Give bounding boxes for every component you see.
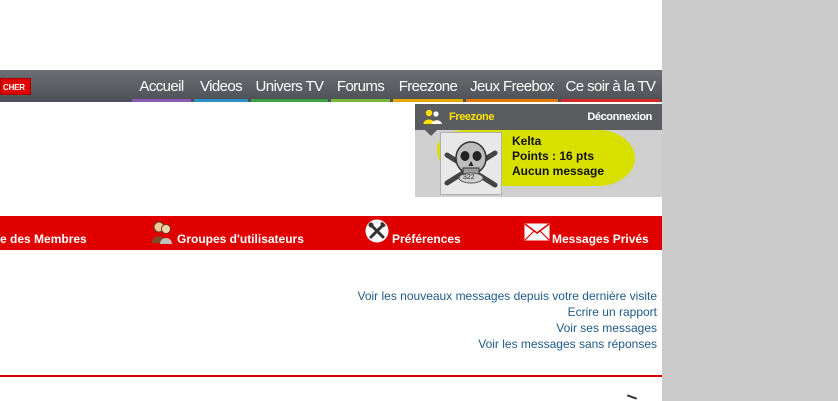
nav-item-forums[interactable]: Forums bbox=[331, 70, 390, 102]
avatar-badge: 322 bbox=[463, 174, 475, 181]
skull-icon bbox=[441, 133, 501, 194]
users-icon bbox=[152, 221, 172, 244]
nav-item-label: Forums bbox=[336, 78, 385, 95]
user-groups-link[interactable]: Groupes d'utilisateurs bbox=[177, 216, 304, 250]
member-list-label: e des Membres bbox=[0, 232, 87, 246]
private-messages-link[interactable]: Messages Privés bbox=[552, 216, 649, 250]
new-messages-link[interactable]: Voir les nouveaux messages depuis votre … bbox=[358, 288, 658, 304]
envelope-icon bbox=[524, 223, 550, 241]
freezone-title: Freezone bbox=[449, 111, 495, 123]
nav-item-label: Freezone bbox=[398, 78, 458, 95]
nav-underline bbox=[466, 99, 558, 102]
logout-link[interactable]: Déconnexion bbox=[587, 104, 652, 130]
member-list-link[interactable]: e des Membres bbox=[0, 216, 87, 250]
nav-item-ce-soir[interactable]: Ce soir à la TV bbox=[561, 70, 660, 102]
nav-underline bbox=[132, 99, 191, 102]
write-report-link[interactable]: Ecrire un rapport bbox=[358, 304, 657, 320]
nav-item-univers-tv[interactable]: Univers TV bbox=[251, 70, 328, 102]
search-button[interactable]: CHER bbox=[0, 78, 31, 95]
nav-item-freezone[interactable]: Freezone bbox=[393, 70, 463, 102]
member-bar: e des Membres Groupes d'utilisateurs Pré… bbox=[0, 216, 662, 250]
quick-links: Voir les nouveaux messages depuis votre … bbox=[358, 288, 658, 352]
nav-item-accueil[interactable]: Accueil bbox=[132, 70, 191, 102]
preferences-link[interactable]: Préférences bbox=[392, 216, 461, 250]
freezone-panel: Freezone Déconnexion 322 Kelta Points : … bbox=[415, 104, 662, 197]
nav-underline bbox=[561, 99, 660, 102]
divider bbox=[0, 375, 662, 377]
nav-item-label: Univers TV bbox=[255, 78, 325, 95]
corner-mark bbox=[626, 394, 638, 400]
tools-icon bbox=[365, 219, 389, 243]
page: CHER Accueil Videos Univers TV Forums Fr… bbox=[0, 0, 838, 401]
nav-underline bbox=[331, 99, 390, 102]
username[interactable]: Kelta bbox=[512, 134, 541, 148]
user-messages[interactable]: Aucun message bbox=[512, 164, 604, 178]
user-points: Points : 16 pts bbox=[512, 149, 595, 163]
own-messages-link[interactable]: Voir ses messages bbox=[358, 320, 657, 336]
private-messages-label: Messages Privés bbox=[552, 232, 649, 246]
main-navbar: CHER Accueil Videos Univers TV Forums Fr… bbox=[0, 70, 662, 102]
nav-underline bbox=[393, 99, 463, 102]
header-pointer bbox=[425, 130, 437, 136]
avatar[interactable]: 322 bbox=[440, 132, 502, 195]
users-icon bbox=[423, 109, 442, 124]
nav-item-label: Accueil bbox=[139, 78, 184, 95]
unanswered-messages-link[interactable]: Voir les messages sans réponses bbox=[358, 336, 657, 352]
nav-item-jeux-freebox[interactable]: Jeux Freebox bbox=[466, 70, 558, 102]
nav-item-label: Jeux Freebox bbox=[470, 78, 554, 95]
preferences-label: Préférences bbox=[392, 232, 461, 246]
right-gutter bbox=[662, 0, 838, 401]
nav-item-videos[interactable]: Videos bbox=[194, 70, 248, 102]
freezone-header: Freezone Déconnexion bbox=[415, 104, 662, 136]
nav-item-label: Ce soir à la TV bbox=[565, 78, 657, 95]
nav-item-label: Videos bbox=[200, 78, 243, 95]
nav-underline bbox=[251, 99, 328, 102]
user-groups-label: Groupes d'utilisateurs bbox=[177, 232, 304, 246]
nav-underline bbox=[194, 99, 248, 102]
